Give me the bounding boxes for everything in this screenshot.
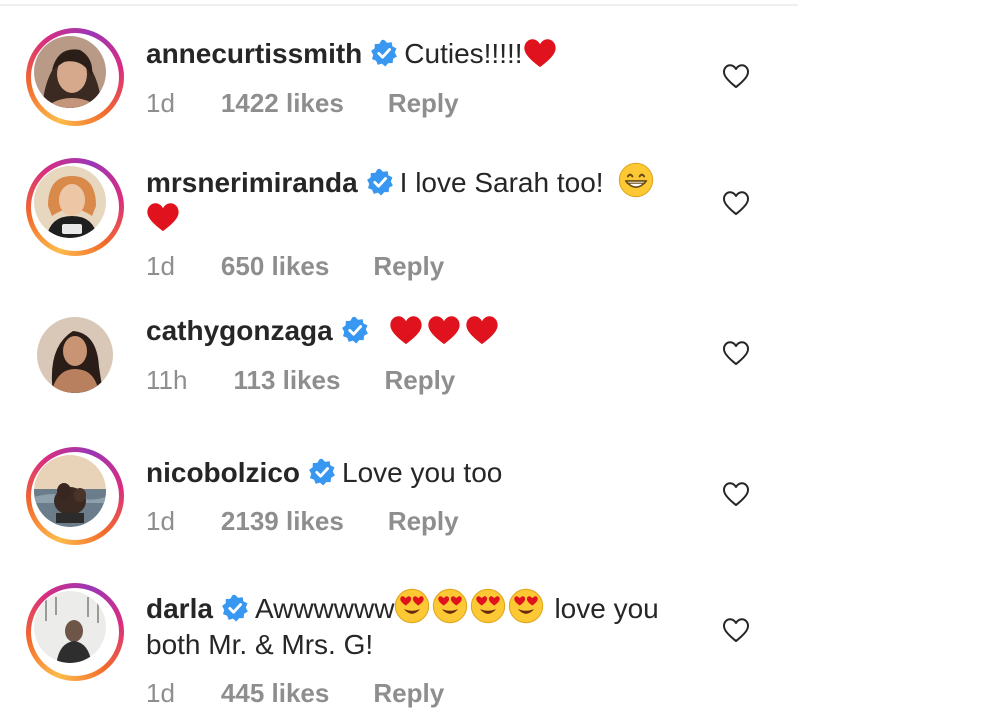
comment-meta: 1d 445 likes Reply bbox=[146, 678, 444, 709]
reply-button[interactable]: Reply bbox=[373, 251, 444, 282]
avatar[interactable] bbox=[26, 28, 124, 126]
comment-username[interactable]: darla bbox=[146, 593, 213, 624]
verified-badge-icon bbox=[308, 458, 336, 486]
reply-button[interactable]: Reply bbox=[384, 365, 455, 396]
grinning-face-emoji bbox=[618, 162, 654, 198]
comment-likes[interactable]: 1422 likes bbox=[221, 88, 344, 119]
heart-eyes-emoji bbox=[508, 588, 544, 624]
comment-age: 11h bbox=[146, 365, 188, 395]
comment-age: 1d bbox=[146, 678, 175, 708]
heart-eyes-emoji bbox=[394, 588, 430, 624]
comment-username[interactable]: cathygonzaga bbox=[146, 315, 333, 346]
verified-badge-icon bbox=[370, 39, 398, 67]
heart-outline-icon[interactable] bbox=[722, 340, 750, 366]
comment-username[interactable]: annecurtissmith bbox=[146, 38, 362, 69]
comment-meta: 11h 113 likes Reply bbox=[146, 365, 455, 396]
red-heart-emoji bbox=[465, 314, 499, 346]
heart-outline-icon[interactable] bbox=[722, 63, 750, 89]
heart-eyes-emoji bbox=[470, 588, 506, 624]
comment-meta: 1d 650 likes Reply bbox=[146, 251, 444, 282]
comment-text-continued: love you bbox=[554, 593, 659, 624]
comment-likes[interactable]: 2139 likes bbox=[221, 506, 344, 537]
red-heart-emoji bbox=[427, 314, 461, 346]
comment-text: Cuties!!!!! bbox=[404, 38, 523, 69]
comment-age: 1d bbox=[146, 506, 175, 536]
comment-username[interactable]: nicobolzico bbox=[146, 457, 300, 488]
verified-badge-icon bbox=[366, 168, 394, 196]
verified-badge-icon bbox=[221, 594, 249, 622]
avatar[interactable] bbox=[26, 447, 124, 545]
heart-eyes-emoji bbox=[432, 588, 468, 624]
heart-outline-icon[interactable] bbox=[722, 190, 750, 216]
comment-likes[interactable]: 445 likes bbox=[221, 678, 329, 709]
avatar[interactable] bbox=[26, 583, 124, 681]
comment-age: 1d bbox=[146, 88, 175, 118]
comment-meta: 1d 2139 likes Reply bbox=[146, 506, 459, 537]
heart-outline-icon[interactable] bbox=[722, 481, 750, 507]
comment-text-line2: both Mr. & Mrs. G! bbox=[146, 629, 374, 660]
heart-outline-icon[interactable] bbox=[722, 617, 750, 643]
avatar[interactable] bbox=[26, 158, 124, 256]
reply-button[interactable]: Reply bbox=[388, 88, 459, 119]
reply-button[interactable]: Reply bbox=[388, 506, 459, 537]
comment-age: 1d bbox=[146, 251, 175, 281]
red-heart-emoji bbox=[523, 37, 557, 69]
comment-text: I love Sarah too! bbox=[399, 167, 604, 198]
comment-likes[interactable]: 113 likes bbox=[233, 365, 340, 396]
top-divider bbox=[0, 4, 798, 6]
red-heart-emoji bbox=[146, 201, 180, 233]
avatar[interactable] bbox=[26, 306, 124, 404]
comment-username[interactable]: mrsnerimiranda bbox=[146, 167, 358, 198]
comment-text: Awwwwww bbox=[254, 593, 395, 624]
red-heart-emoji bbox=[389, 314, 423, 346]
comment-text: Love you too bbox=[342, 457, 503, 488]
comment-meta: 1d 1422 likes Reply bbox=[146, 88, 459, 119]
reply-button[interactable]: Reply bbox=[373, 678, 444, 709]
verified-badge-icon bbox=[341, 316, 369, 344]
comment-likes[interactable]: 650 likes bbox=[221, 251, 329, 282]
